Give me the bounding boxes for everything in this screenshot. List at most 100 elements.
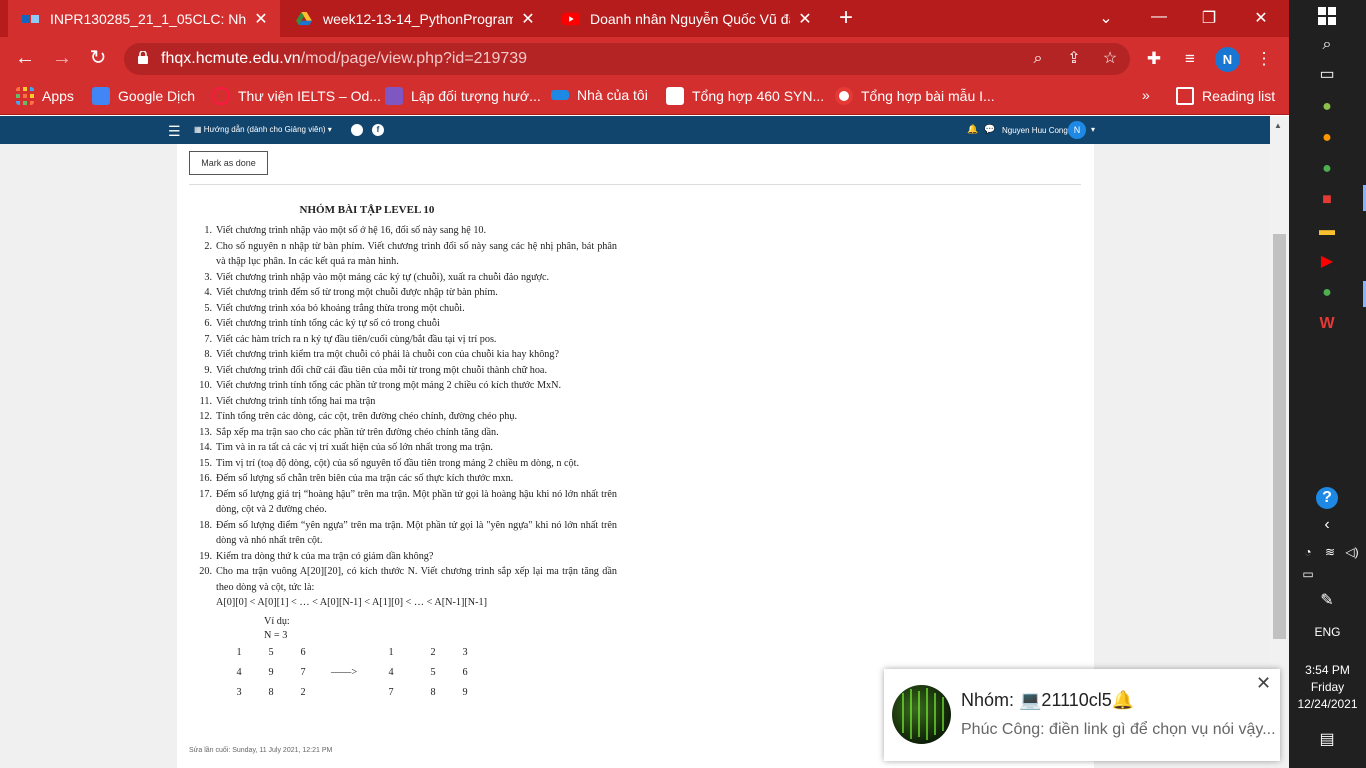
reload-button[interactable]: ↻	[86, 47, 110, 69]
star-icon[interactable]: ☆	[1100, 49, 1120, 69]
tab-youtube[interactable]: Doanh nhân Nguyễn Quốc Vũ đã ✕	[552, 0, 824, 37]
chrome-icon[interactable]: ●	[1316, 158, 1338, 180]
forward-button[interactable]: →	[50, 47, 74, 69]
profile-avatar[interactable]: N	[1215, 47, 1240, 72]
exercise-item: 7. Viết các hàm trích ra n ký tự đầu tiên…	[197, 332, 617, 348]
mark-as-done-button[interactable]: Mark as done	[189, 151, 268, 175]
help-icon[interactable]: ?	[1316, 487, 1338, 509]
chrome-canary-icon[interactable]: ●	[1316, 127, 1338, 149]
scrollbar-thumb[interactable]	[1273, 234, 1286, 639]
app-icon[interactable]: ●	[1316, 96, 1338, 118]
battery-icon[interactable]: ▭	[1297, 563, 1319, 585]
tab-drive[interactable]: week12-13-14_PythonProgramm ✕	[285, 0, 547, 37]
tab-close-icon[interactable]: ✕	[519, 9, 537, 29]
back-button[interactable]: ←	[13, 47, 37, 69]
tab-close-icon[interactable]: ✕	[252, 9, 270, 29]
exercise-text: Kiểm tra dòng thứ k của ma trận có giảm …	[216, 550, 434, 562]
clock-time[interactable]: 3:54 PM	[1289, 663, 1366, 677]
matrix-before-cell: 4	[236, 666, 242, 678]
tab-strip: INPR130285_21_1_05CLC: Nhóm ✕ week12-13-…	[0, 0, 1289, 37]
bookmark-home[interactable]: Nhà của tôi	[551, 87, 648, 103]
pen-icon[interactable]: ✎	[1316, 590, 1338, 612]
office-icon[interactable]: ■	[1316, 189, 1338, 211]
reading-list-button[interactable]: Reading list	[1176, 87, 1275, 105]
tab-search-icon[interactable]: ⌄	[1094, 8, 1118, 28]
bookmark-ielts[interactable]: Thư viện IELTS – Od...	[212, 87, 381, 105]
site-icon	[666, 87, 684, 105]
chat-notification[interactable]: Nhóm: 💻21110cl5🔔 Phúc Công: điền link gì…	[884, 669, 1280, 761]
network-icon[interactable]: ◔	[1297, 541, 1319, 563]
bookmark-essay[interactable]: Tổng hợp bài mẫu I...	[835, 87, 995, 105]
exercise-number: 2.	[204, 240, 212, 252]
exercise-number: 15.	[199, 457, 212, 469]
close-window-button[interactable]: ✕	[1249, 8, 1273, 28]
exercise-number: 1.	[204, 225, 212, 236]
new-tab-button[interactable]: +	[836, 6, 856, 30]
matrix-after-cell: 6	[462, 666, 468, 678]
bookmark-syn[interactable]: Tổng hợp 460 SYN...	[666, 87, 824, 105]
scroll-up-icon[interactable]: ▲	[1274, 121, 1282, 130]
tab-title: Doanh nhân Nguyễn Quốc Vũ đã	[590, 10, 790, 27]
bell-icon[interactable]: 🔔	[967, 124, 978, 135]
task-view-icon[interactable]: ▭	[1316, 64, 1338, 86]
clock-date[interactable]: 12/24/2021	[1289, 697, 1366, 711]
exercise-item: 14. Tìm và in ra tất cả các vị trí xuất h…	[197, 440, 617, 456]
restore-button[interactable]: ❐	[1197, 8, 1221, 28]
input-language[interactable]: ENG	[1289, 625, 1366, 639]
exercise-item: 5. Viết chương trình xóa bỏ khoảng trắng …	[197, 301, 617, 317]
site-navbar: ☰ ▦ Hướng dẫn (dành cho Giảng viên) ▾ f …	[0, 116, 1270, 144]
bookmarks-overflow-icon[interactable]: »	[1142, 87, 1150, 103]
bookmark-label: Apps	[42, 88, 74, 104]
volume-icon[interactable]: ◁)	[1341, 541, 1363, 563]
search-icon[interactable]: ⌕	[1316, 34, 1338, 56]
apps-grid-icon	[16, 87, 34, 105]
tab-title: INPR130285_21_1_05CLC: Nhóm	[50, 10, 246, 27]
exercise-text: Viết chương trình xóa bỏ khoảng trắng th…	[216, 302, 465, 314]
clock-day[interactable]: Friday	[1289, 680, 1366, 694]
bookmark-label: Thư viện IELTS – Od...	[238, 88, 381, 104]
show-hidden-icons-chevron-icon[interactable]: ‹	[1316, 514, 1338, 536]
exercise-number: 3.	[204, 271, 212, 283]
exercise-text: Cho số nguyên n nhập từ bàn phím. Viết c…	[216, 240, 617, 268]
windows-start-icon[interactable]	[1316, 5, 1338, 27]
matrix-before-cell: 9	[268, 666, 274, 678]
globe-icon[interactable]	[351, 124, 363, 136]
bookmark-google-translate[interactable]: Google Dịch	[92, 87, 195, 105]
youtube-app-icon[interactable]: ▶	[1316, 251, 1338, 273]
wifi-icon[interactable]: ≋	[1319, 541, 1341, 563]
user-name[interactable]: Nguyen Huu Cong	[1002, 126, 1068, 135]
extensions-icon[interactable]: ✚	[1143, 49, 1165, 69]
facebook-icon[interactable]: f	[372, 124, 384, 136]
instructor-guide-menu[interactable]: ▦ Hướng dẫn (dành cho Giảng viên) ▾	[194, 125, 332, 134]
bookmark-apps[interactable]: Apps	[16, 87, 74, 105]
url-text[interactable]: fhqx.hcmute.edu.vn/mod/page/view.php?id=…	[161, 50, 527, 68]
hamburger-icon[interactable]: ☰	[168, 123, 181, 140]
chrome-active-icon[interactable]: ●	[1316, 282, 1338, 304]
media-queue-icon[interactable]: ≡	[1179, 49, 1201, 69]
user-menu-chevron-icon[interactable]: ▾	[1091, 125, 1095, 134]
zoom-icon[interactable]: ⌕	[1028, 49, 1048, 69]
exercise-text: Viết các hàm trích ra n ký tự đầu tiên/c…	[216, 333, 497, 345]
file-explorer-icon[interactable]: ▬	[1316, 220, 1338, 242]
menu-kebab-icon[interactable]: ⋮	[1253, 49, 1275, 69]
notification-center-icon[interactable]: ▤	[1316, 729, 1338, 751]
exercise-item: 16. Đếm số lượng số chẵn trên biên của ma…	[197, 471, 617, 487]
notification-message: Phúc Công: điền link gì để chọn vụ nói v…	[961, 721, 1276, 738]
address-bar[interactable]: fhqx.hcmute.edu.vn/mod/page/view.php?id=…	[124, 43, 1130, 75]
matrix-after-cell: 2	[430, 646, 436, 658]
exercise-item: 11. Viết chương trình tính tổng hai ma tr…	[197, 394, 617, 410]
tab-active[interactable]: INPR130285_21_1_05CLC: Nhóm ✕	[8, 0, 280, 37]
user-avatar[interactable]: N	[1068, 121, 1086, 139]
notification-close-icon[interactable]: ✕	[1256, 673, 1271, 694]
divider	[189, 184, 1081, 185]
bookmark-label: Tổng hợp bài mẫu I...	[861, 88, 995, 104]
minimize-button[interactable]: —	[1147, 8, 1171, 26]
wps-icon[interactable]: W	[1316, 313, 1338, 335]
exercise-number: 10.	[199, 380, 212, 391]
exercise-text: Sắp xếp ma trận sao cho các phần tử trên…	[216, 426, 499, 438]
message-icon[interactable]: 💬	[984, 124, 995, 135]
tab-close-icon[interactable]: ✕	[796, 9, 814, 29]
share-icon[interactable]: ⇪	[1064, 49, 1084, 69]
bookmark-oop[interactable]: Lập đối tượng hướ...	[385, 87, 541, 105]
code-icon	[385, 87, 403, 105]
